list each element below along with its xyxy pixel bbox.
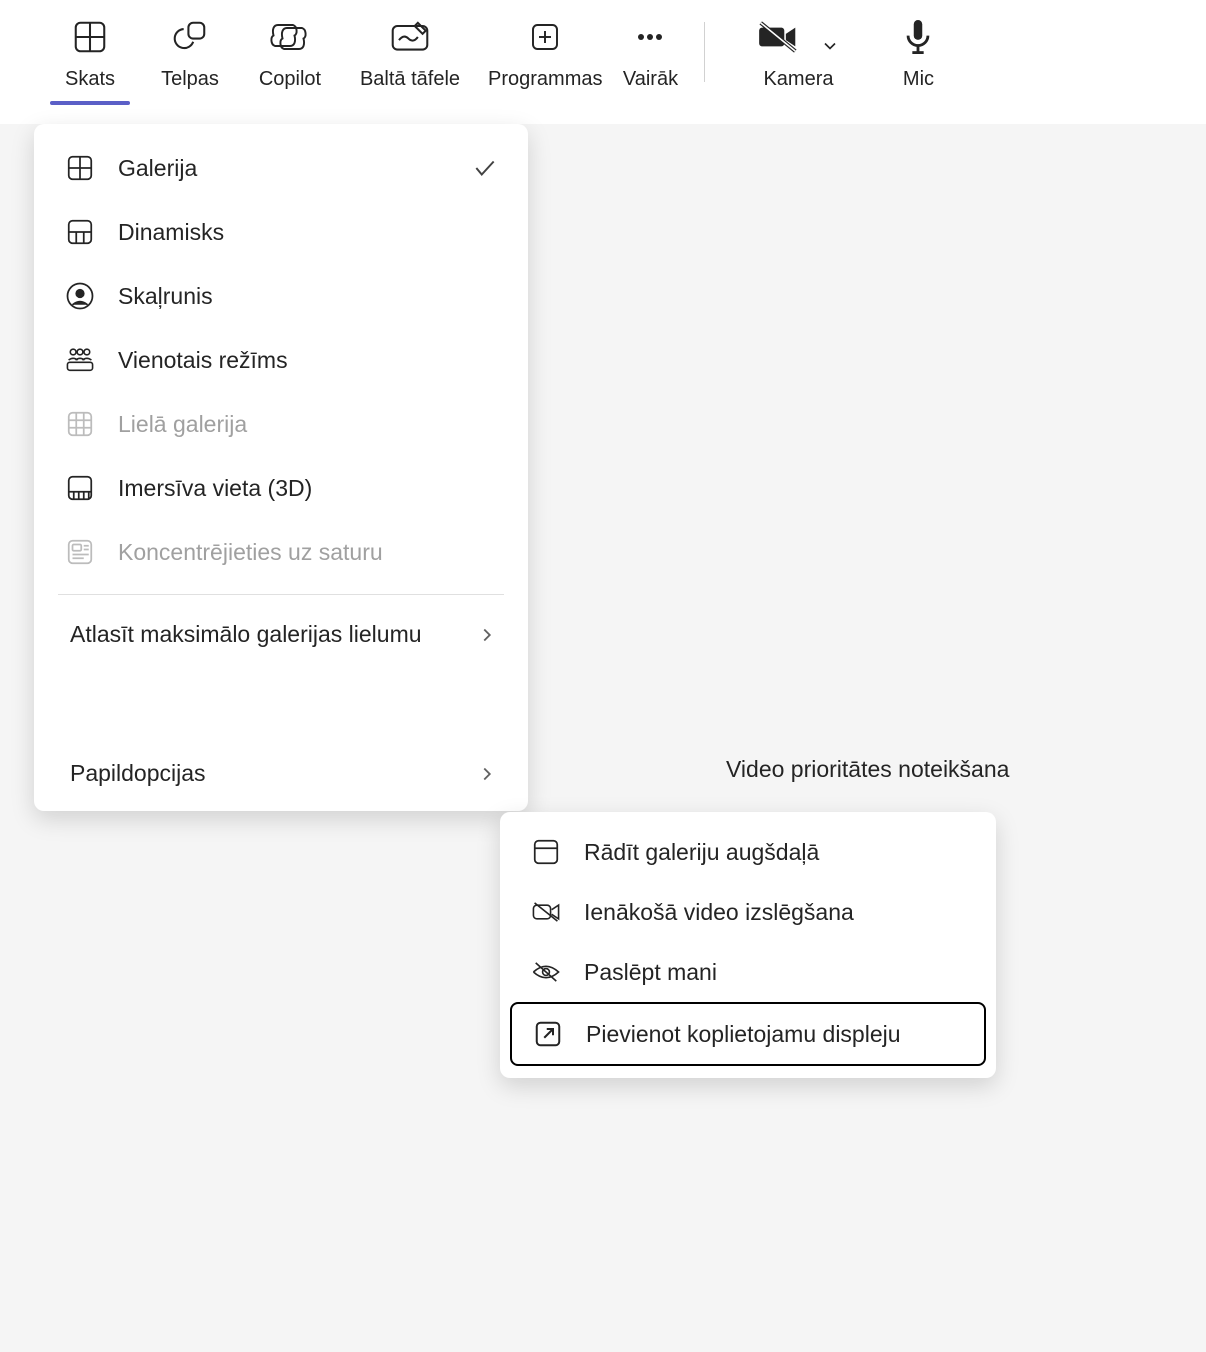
popout-icon: [532, 1018, 564, 1050]
video-priority-label: Video prioritātes noteikšana: [726, 756, 1009, 783]
gallery-icon: [64, 152, 96, 184]
whiteboard-icon: [388, 12, 432, 62]
meeting-toolbar: Skats Telpas Copilot Baltā tāfel: [0, 0, 1206, 124]
submenu-item-show-gallery-top[interactable]: Rādīt galeriju augšdaļā: [510, 822, 986, 882]
menu-item-together[interactable]: Vienotais režīms: [34, 328, 528, 392]
immersive-label: Imersīva vieta (3D): [118, 475, 498, 502]
more-label: Vairāk: [623, 68, 678, 91]
rooms-label: Telpas: [161, 68, 219, 91]
hide-me-label: Paslēpt mani: [584, 959, 966, 986]
copilot-label: Copilot: [259, 68, 321, 91]
view-dropdown-menu: Galerija Dinamisks Skaļrunis Vien: [34, 124, 528, 811]
together-mode-icon: [64, 344, 96, 376]
menu-divider: [58, 594, 504, 595]
gallery-label: Galerija: [118, 155, 472, 182]
menu-item-focus-content[interactable]: Koncentrējieties uz saturu: [34, 520, 528, 584]
gallery-top-icon: [530, 836, 562, 868]
more-dots-icon: [632, 12, 668, 62]
menu-item-immersive[interactable]: Imersīva vieta (3D): [34, 456, 528, 520]
chevron-right-icon: [476, 624, 498, 646]
dynamic-icon: [64, 216, 96, 248]
add-shared-display-label: Pievienot koplietojamu displeju: [586, 1021, 964, 1048]
apps-button[interactable]: Programmas: [480, 12, 610, 91]
rooms-icon: [171, 12, 209, 62]
camera-chevron-icon[interactable]: [820, 36, 840, 56]
immersive-3d-icon: [64, 472, 96, 504]
select-max-label: Atlasīt maksimālo galerijas lielumu: [70, 621, 476, 648]
eye-off-icon: [530, 956, 562, 988]
speaker-label: Skaļrunis: [118, 283, 498, 310]
more-options-submenu: Rādīt galeriju augšdaļā Ienākošā video i…: [500, 812, 996, 1078]
whiteboard-button[interactable]: Baltā tāfele: [340, 12, 480, 91]
view-label: Skats: [65, 68, 115, 91]
camera-label: Kamera: [763, 68, 833, 91]
incoming-video-off-label: Ienākošā video izslēgšana: [584, 899, 966, 926]
mic-icon: [901, 12, 935, 62]
submenu-item-add-shared-display[interactable]: Pievienot koplietojamu displeju: [510, 1002, 986, 1066]
gallery-grid-icon: [71, 12, 109, 62]
menu-item-dynamic[interactable]: Dinamisks: [34, 200, 528, 264]
focus-content-label: Koncentrējieties uz saturu: [118, 539, 498, 566]
copilot-button[interactable]: Copilot: [240, 12, 340, 91]
rooms-button[interactable]: Telpas: [140, 12, 240, 91]
dynamic-label: Dinamisks: [118, 219, 498, 246]
large-gallery-label: Lielā galerija: [118, 411, 498, 438]
view-button[interactable]: Skats: [40, 12, 140, 91]
mic-button[interactable]: Mic: [873, 12, 963, 91]
focus-content-icon: [64, 536, 96, 568]
chevron-right-icon: [476, 763, 498, 785]
toolbar-divider: [704, 22, 705, 82]
whiteboard-label: Baltā tāfele: [360, 68, 460, 91]
submenu-item-incoming-video-off[interactable]: Ienākošā video izslēgšana: [510, 882, 986, 942]
apps-plus-icon: [527, 12, 563, 62]
large-gallery-icon: [64, 408, 96, 440]
video-off-icon: [530, 896, 562, 928]
menu-item-speaker[interactable]: Skaļrunis: [34, 264, 528, 328]
apps-label: Programmas: [488, 68, 602, 91]
submenu-item-hide-me[interactable]: Paslēpt mani: [510, 942, 986, 1002]
menu-item-more-options[interactable]: Papildopcijas: [34, 744, 528, 803]
speaker-icon: [64, 280, 96, 312]
more-button[interactable]: Vairāk: [610, 12, 690, 91]
more-options-label: Papildopcijas: [70, 760, 476, 787]
camera-button[interactable]: Kamera: [723, 12, 873, 91]
mic-label: Mic: [903, 68, 934, 91]
camera-off-icon: [756, 17, 800, 57]
check-icon: [472, 155, 498, 181]
menu-item-gallery[interactable]: Galerija: [34, 136, 528, 200]
menu-item-select-max-gallery[interactable]: Atlasīt maksimālo galerijas lielumu: [34, 605, 528, 664]
show-gallery-top-label: Rādīt galeriju augšdaļā: [584, 839, 966, 866]
copilot-icon: [269, 12, 311, 62]
together-label: Vienotais režīms: [118, 347, 498, 374]
menu-item-large-gallery[interactable]: Lielā galerija: [34, 392, 528, 456]
